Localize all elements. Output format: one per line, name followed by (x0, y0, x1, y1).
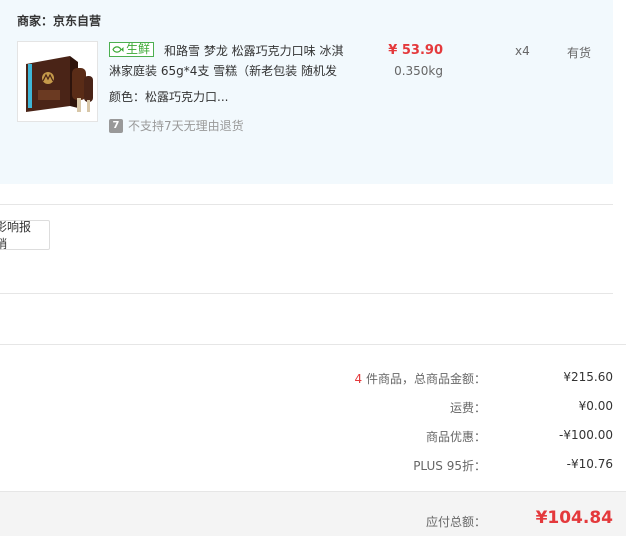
plus-discount-label: PLUS 95折： (413, 459, 486, 473)
shipping-value: ¥0.00 (578, 399, 613, 413)
total-value: ¥104.84 (535, 508, 613, 528)
goods-total-value: ¥215.60 (563, 370, 613, 384)
divider (0, 344, 626, 345)
no-return-icon: 7 (109, 118, 123, 133)
return-policy-text: 不支持7天无理由退货 (128, 119, 244, 133)
color-label: 颜色： (109, 90, 146, 104)
return-policy: 7 不支持7天无理由退货 (109, 117, 244, 134)
divider (0, 204, 613, 205)
total-bar: 应付总额： ¥104.84 (0, 491, 626, 536)
shop-order-panel: 商家：京东自营 和路雪 梦龙 松露巧克力口味 冰淇淋家庭装 65g*4支 雪糕（… (0, 0, 613, 184)
stock-status: 有货 (567, 46, 592, 60)
discount-label: 商品优惠： (425, 430, 486, 444)
shop-name: 商家：京东自营 (17, 14, 102, 28)
fresh-tag-label: 生鲜 (126, 42, 151, 56)
fish-icon (112, 46, 124, 53)
product-thumbnail[interactable] (17, 41, 98, 122)
goods-total-label: 4 件商品，总商品金额： (354, 372, 486, 386)
color-value: 松露巧克力口... (145, 90, 229, 104)
plus-discount-value: -¥10.76 (566, 457, 613, 471)
product-color: 颜色：松露巧克力口... (109, 88, 228, 105)
product-price: ¥ 53.90 (388, 43, 443, 58)
product-weight: 0.350kg (394, 64, 443, 78)
shipping-label: 运费： (449, 401, 486, 415)
invoice-reimbursement-button[interactable]: 影响报销 (0, 220, 50, 251)
divider (0, 293, 613, 294)
product-quantity: x4 (515, 44, 530, 58)
total-label: 应付总额： (425, 515, 486, 529)
discount-value: -¥100.00 (559, 428, 613, 442)
fresh-tag: 生鲜 (109, 42, 155, 57)
